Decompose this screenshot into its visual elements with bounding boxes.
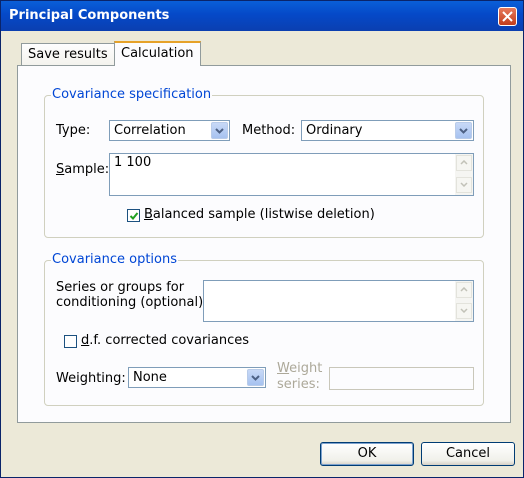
tab-save-results[interactable]: Save results <box>21 43 115 65</box>
checkmark-icon <box>129 212 139 220</box>
weight-series-label-line1-rest: eight <box>289 361 323 376</box>
covariance-specification-legend: Covariance specification <box>51 87 213 102</box>
sample-label: Sample: <box>56 162 109 177</box>
series-label-line1: Series or groups for <box>56 280 185 295</box>
close-button[interactable] <box>498 7 517 26</box>
df-corrected-checkbox[interactable] <box>64 335 77 348</box>
series-label-line2: conditioning (optional): <box>56 295 208 310</box>
balanced-sample-label[interactable]: Balanced sample (listwise deletion) <box>144 207 375 222</box>
cancel-button[interactable]: Cancel <box>421 442 515 466</box>
window-title: Principal Components <box>9 8 170 23</box>
chevron-down-icon <box>459 128 468 134</box>
covariance-options-legend: Covariance options <box>51 252 179 267</box>
scroll-down-button[interactable] <box>456 177 472 193</box>
covariance-specification-group: Covariance specification Type: Correlati… <box>44 87 484 238</box>
scroll-down-button[interactable] <box>456 303 472 319</box>
type-select[interactable]: Correlation <box>109 120 230 141</box>
chevron-down-icon <box>251 375 260 381</box>
sample-scrollbar[interactable] <box>455 154 473 195</box>
type-select-value: Correlation <box>114 123 186 138</box>
chevron-down-icon <box>460 182 468 187</box>
covariance-options-group: Covariance options Series or groups for … <box>44 252 484 406</box>
method-dropdown-button[interactable] <box>455 122 472 139</box>
balanced-sample-label-rest: alanced sample (listwise deletion) <box>152 207 375 222</box>
chevron-down-icon <box>215 128 224 134</box>
sample-input-value: 1 100 <box>114 155 152 170</box>
df-corrected-label[interactable]: d.f. corrected covariances <box>81 333 249 348</box>
sample-label-rest: ample: <box>64 162 110 177</box>
chevron-up-icon <box>460 160 468 165</box>
df-corrected-label-rest: .f. corrected covariances <box>89 333 250 348</box>
chevron-down-icon <box>460 308 468 313</box>
scroll-up-button[interactable] <box>456 282 472 298</box>
tab-save-results-label: Save results <box>28 47 108 62</box>
sample-input[interactable]: 1 100 <box>109 153 474 196</box>
weight-series-label-line2: series: <box>277 377 320 392</box>
ok-button[interactable]: OK <box>320 442 414 466</box>
scroll-up-button[interactable] <box>456 155 472 171</box>
method-label: Method: <box>242 123 296 138</box>
weight-series-label-line1: Weight <box>277 361 322 376</box>
weighting-select[interactable]: None <box>128 367 266 388</box>
balanced-sample-mnemonic: B <box>144 207 153 222</box>
balanced-sample-checkbox[interactable] <box>127 209 140 222</box>
weighting-select-value: None <box>133 370 167 385</box>
conditioning-scrollbar[interactable] <box>455 281 473 321</box>
weighting-label: Weighting: <box>56 371 126 386</box>
type-dropdown-button[interactable] <box>211 122 228 139</box>
weighting-dropdown-button[interactable] <box>247 369 264 386</box>
conditioning-series-input[interactable] <box>203 280 474 322</box>
tab-calculation-label: Calculation <box>121 46 194 61</box>
weight-series-mnemonic: W <box>277 361 290 376</box>
tab-panel: Covariance specification Type: Correlati… <box>17 65 511 423</box>
weight-series-input[interactable] <box>329 367 474 390</box>
method-select[interactable]: Ordinary <box>301 120 474 141</box>
chevron-up-icon <box>460 287 468 292</box>
type-label: Type: <box>56 123 91 138</box>
close-icon <box>502 11 513 22</box>
tab-calculation[interactable]: Calculation <box>114 41 201 66</box>
dialog-window: Principal Components Save results Calcul… <box>0 0 524 478</box>
method-select-value: Ordinary <box>306 123 363 138</box>
title-bar[interactable]: Principal Components <box>1 1 523 31</box>
